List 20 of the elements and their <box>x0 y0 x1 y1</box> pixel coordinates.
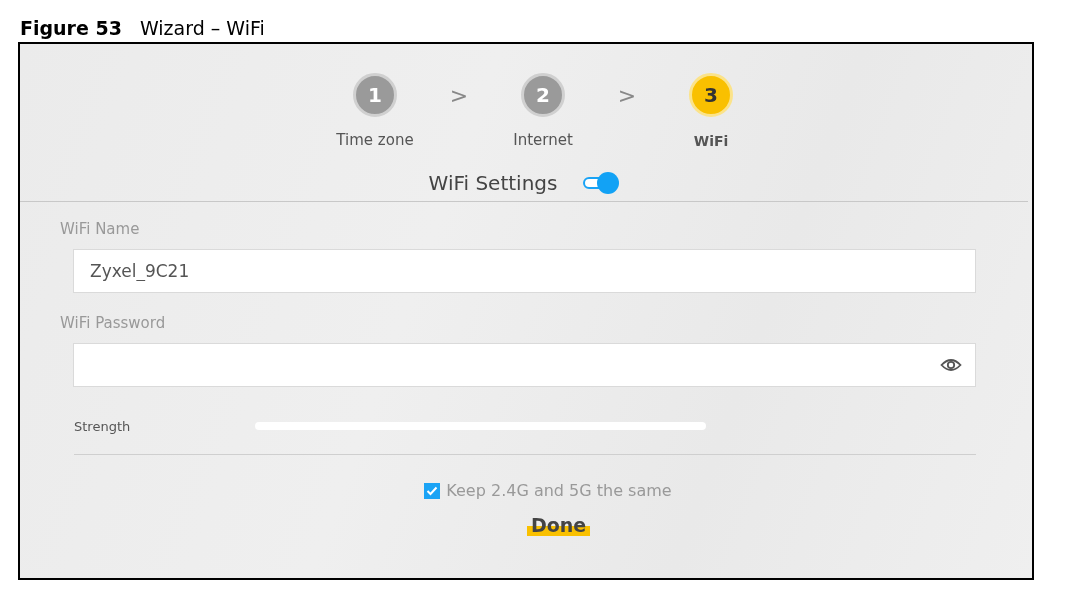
wifi-toggle[interactable] <box>583 171 620 194</box>
checkbox-label: Keep 2.4G and 5G the same <box>446 481 672 500</box>
figure-title: Wizard – WiFi <box>139 16 265 39</box>
checkbox[interactable] <box>424 482 441 499</box>
step-label: Time zone <box>336 131 414 149</box>
step-label: Internet <box>513 131 573 149</box>
field-label: WiFi Name <box>60 220 141 240</box>
strength-label: Strength <box>74 418 132 434</box>
step-label: WiFi <box>693 133 729 149</box>
eye-icon[interactable] <box>940 357 962 373</box>
field-label: WiFi Password <box>60 314 167 334</box>
step-number: 2 <box>521 73 565 117</box>
password-field[interactable] <box>73 343 976 387</box>
figure-number: Figure 53 <box>20 16 122 39</box>
section-title: WiFi Settings <box>428 170 558 195</box>
step-separator: > <box>448 83 470 108</box>
step-separator: > <box>616 83 638 108</box>
step-number: 3 <box>689 73 733 117</box>
input-field[interactable]: Zyxel_9C21 <box>73 249 976 293</box>
step-number: 1 <box>353 73 397 117</box>
